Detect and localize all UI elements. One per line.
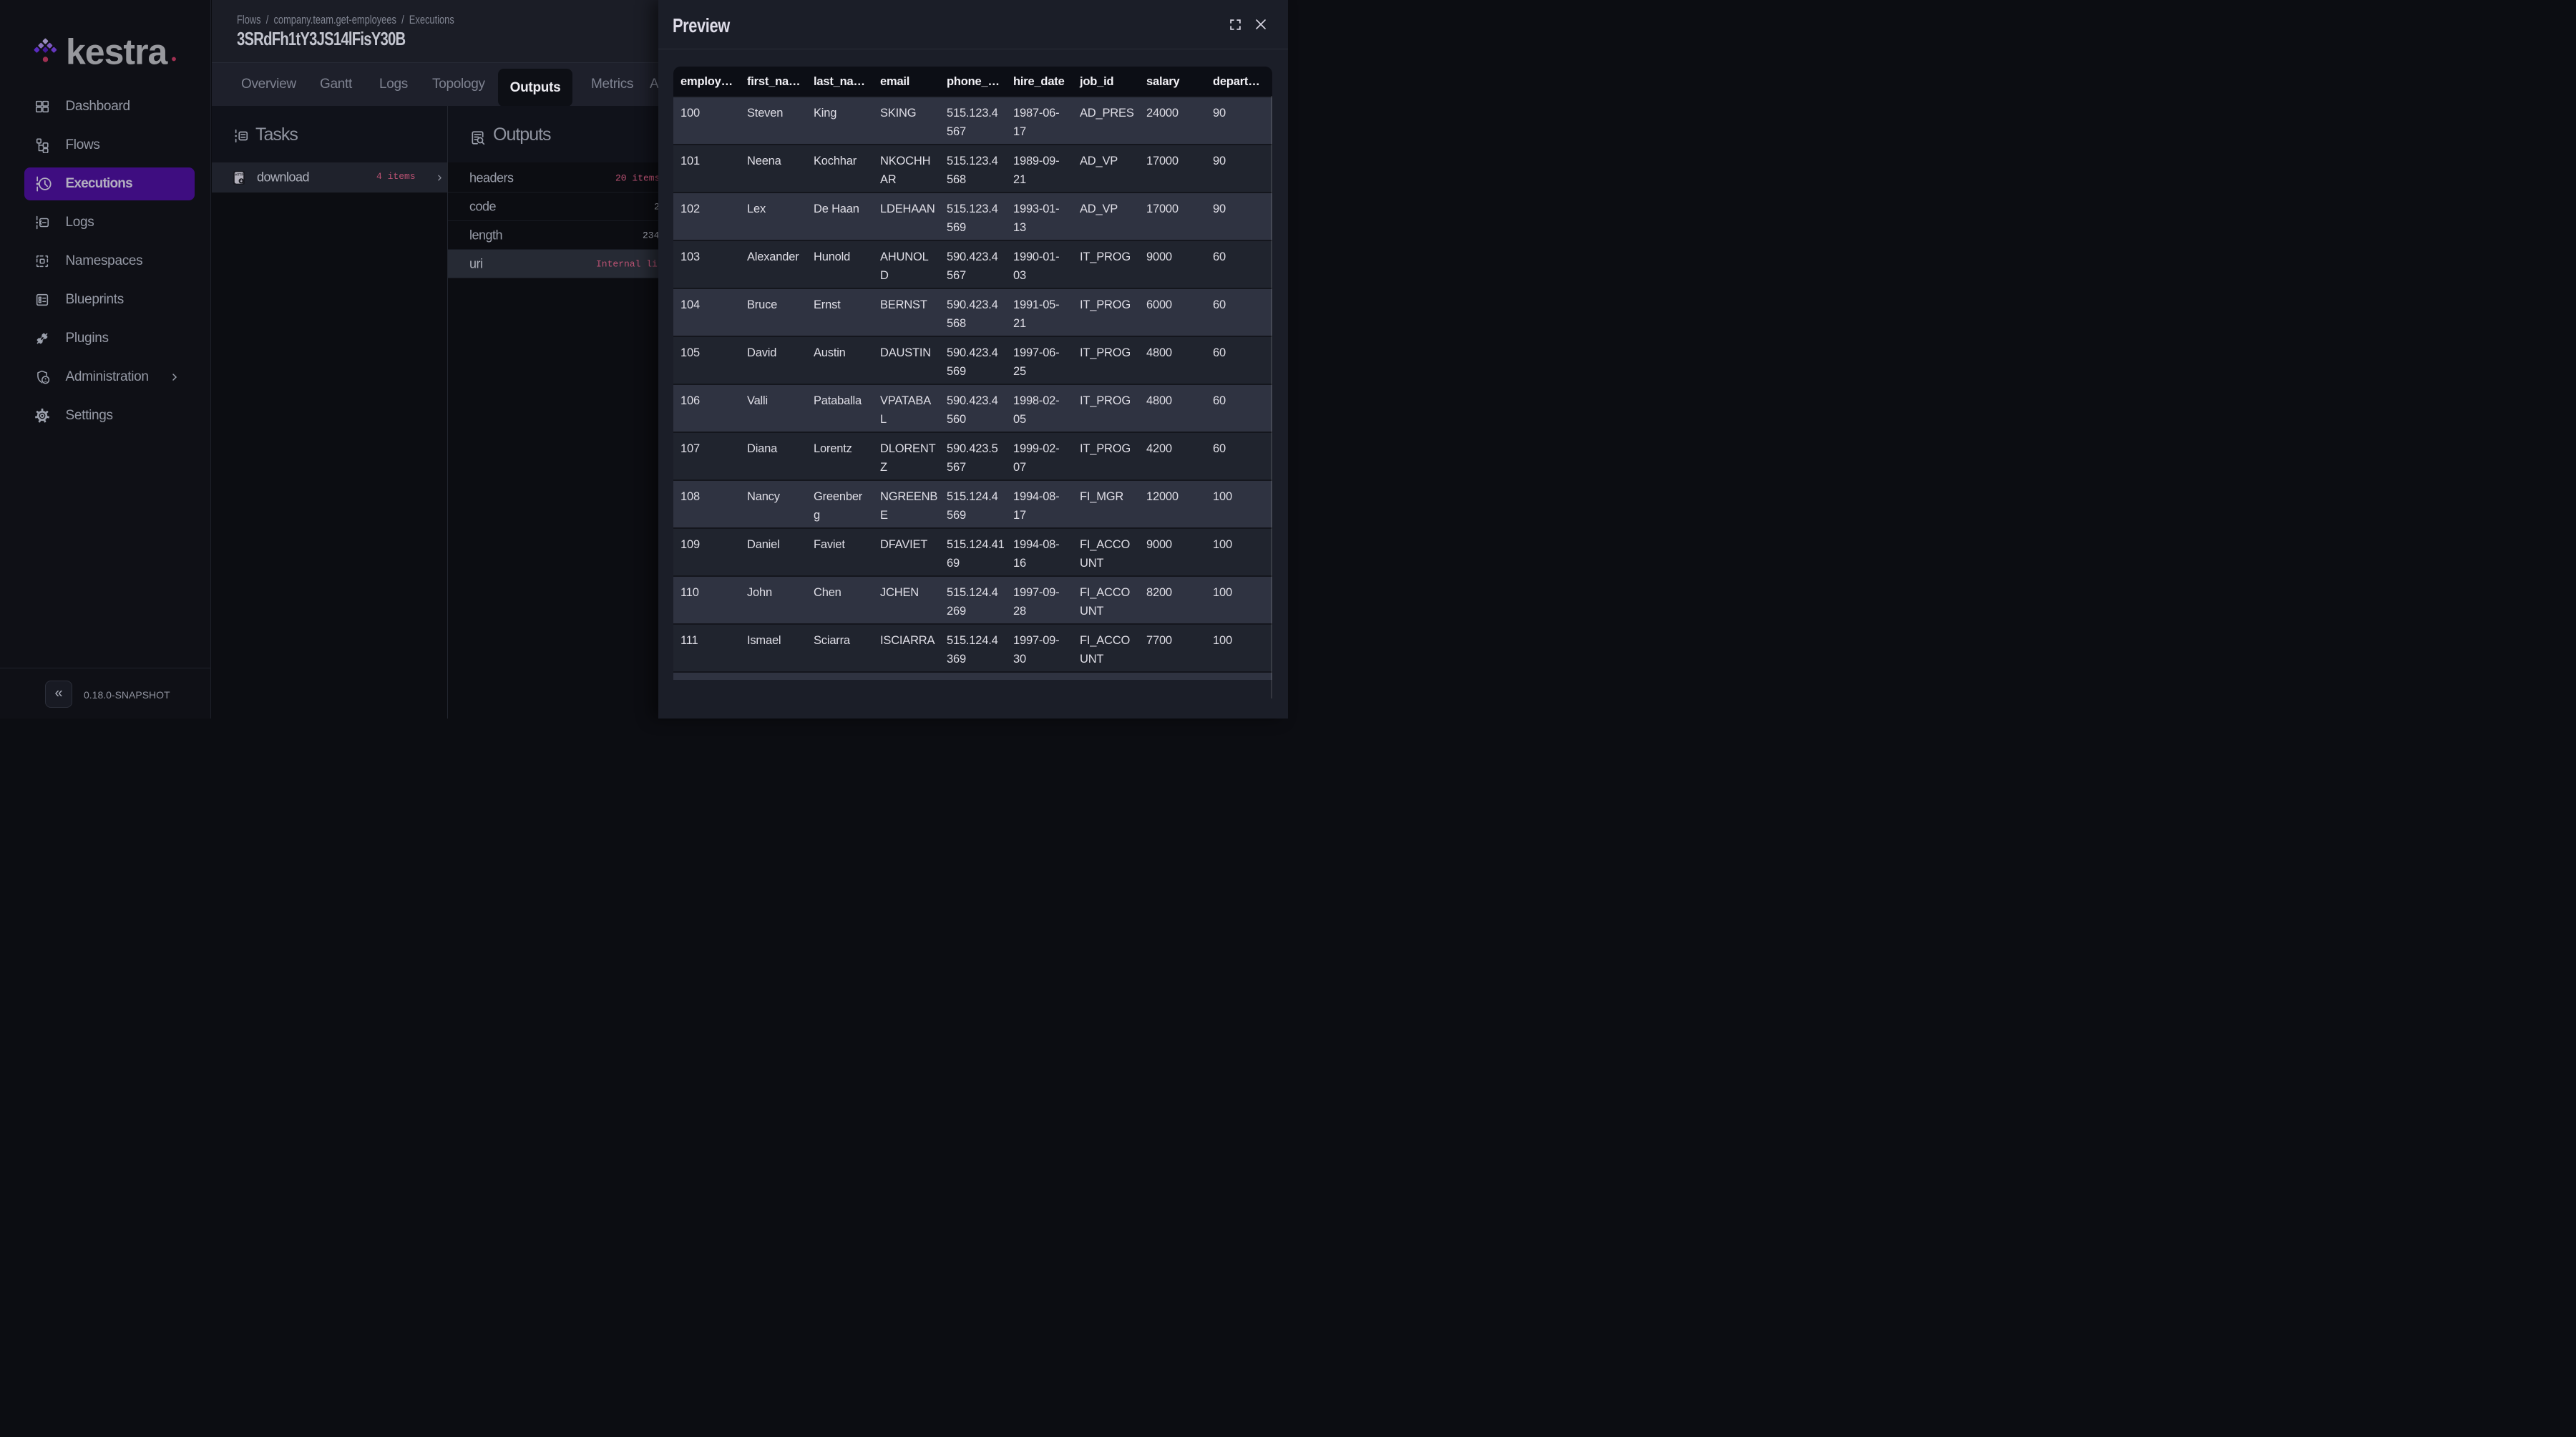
svg-text:HTTP: HTTP [235,172,243,176]
svg-text:kestra: kestra [66,34,169,69]
